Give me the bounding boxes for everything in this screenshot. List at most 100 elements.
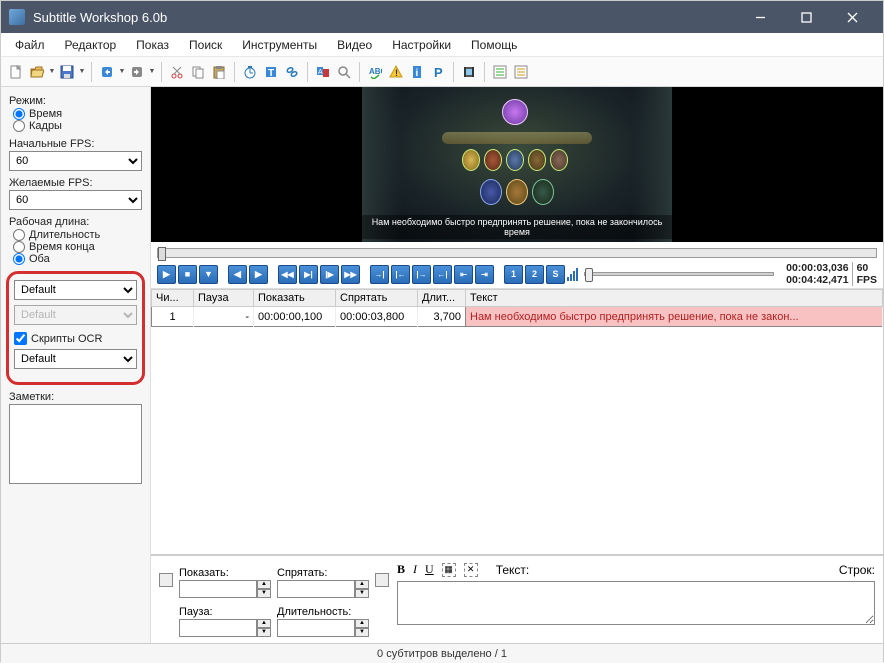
default-select-1[interactable]: Default bbox=[14, 280, 137, 300]
ocr-highlight-box: Default Default Скрипты OCR Default bbox=[6, 271, 145, 385]
text-label: Текст: bbox=[496, 563, 530, 577]
close-button[interactable] bbox=[829, 1, 875, 33]
mark-end-button[interactable]: |← bbox=[391, 265, 410, 284]
redo-icon[interactable] bbox=[128, 63, 146, 81]
video-preview[interactable]: Нам необходимо быстро предпринять решени… bbox=[151, 87, 883, 242]
rewind-button[interactable]: ◀◀ bbox=[278, 265, 297, 284]
show-spinner[interactable]: ▲▼ bbox=[257, 580, 271, 598]
info-icon[interactable]: i bbox=[408, 63, 426, 81]
maximize-button[interactable] bbox=[783, 1, 829, 33]
play-button[interactable]: ▶ bbox=[157, 265, 176, 284]
menu-tools[interactable]: Инструменты bbox=[232, 38, 327, 52]
cut-icon[interactable] bbox=[168, 63, 186, 81]
pause-input[interactable] bbox=[179, 619, 257, 637]
paste-icon[interactable] bbox=[210, 63, 228, 81]
spellcheck-icon[interactable]: ABC bbox=[366, 63, 384, 81]
jump-end-button[interactable]: ←| bbox=[433, 265, 452, 284]
bold-button[interactable]: B bbox=[397, 562, 405, 577]
marker-1-button[interactable]: 1 bbox=[504, 265, 523, 284]
mode-frames-radio[interactable] bbox=[13, 120, 25, 132]
video-seekbar[interactable] bbox=[157, 248, 877, 258]
hide-input[interactable] bbox=[277, 580, 355, 598]
list-check-icon[interactable] bbox=[491, 63, 509, 81]
translate-icon[interactable]: A bbox=[314, 63, 332, 81]
open-dropdown-icon[interactable]: ▼ bbox=[49, 63, 55, 81]
redo-dropdown-icon[interactable]: ▼ bbox=[149, 63, 155, 81]
dur-label: Длительность: bbox=[277, 606, 369, 618]
subtitle-text-input[interactable] bbox=[397, 581, 875, 625]
col-dur[interactable]: Длит... bbox=[418, 290, 466, 307]
pause-spinner[interactable]: ▲▼ bbox=[257, 619, 271, 637]
film-icon[interactable] bbox=[460, 63, 478, 81]
menu-file[interactable]: Файл bbox=[5, 38, 55, 52]
underline-button[interactable]: U bbox=[425, 562, 434, 577]
next-button[interactable]: ▶ bbox=[249, 265, 268, 284]
col-hide[interactable]: Спрятать bbox=[336, 290, 418, 307]
prev-sub-button[interactable] bbox=[159, 573, 173, 587]
step-fwd-button[interactable]: |▶ bbox=[320, 265, 339, 284]
menu-help[interactable]: Помощь bbox=[461, 38, 527, 52]
volume-icon[interactable] bbox=[567, 267, 578, 281]
toolbar: ▼ ▼ ▼ ▼ T A ABC ! i P bbox=[1, 57, 883, 87]
ocr-scripts-checkbox[interactable] bbox=[14, 332, 27, 345]
menu-video[interactable]: Видео bbox=[327, 38, 382, 52]
default-select-3[interactable]: Default bbox=[14, 349, 137, 369]
table-row[interactable]: 1 - 00:00:00,100 00:00:03,800 3,700 Нам … bbox=[152, 307, 883, 327]
wl-both-radio[interactable] bbox=[13, 253, 25, 265]
col-show[interactable]: Показать bbox=[254, 290, 336, 307]
step-back-button[interactable]: ▶| bbox=[299, 265, 318, 284]
jump-start-button[interactable]: |→ bbox=[412, 265, 431, 284]
volume-thumb[interactable] bbox=[585, 268, 593, 282]
hide-spinner[interactable]: ▲▼ bbox=[355, 580, 369, 598]
undo-icon[interactable] bbox=[98, 63, 116, 81]
subtitle-table[interactable]: Чи... Пауза Показать Спрятать Длит... Те… bbox=[151, 289, 883, 555]
pascal-icon[interactable]: P bbox=[429, 63, 447, 81]
forward-button[interactable]: ▶▶ bbox=[341, 265, 360, 284]
marker-2-button[interactable]: 2 bbox=[525, 265, 544, 284]
open-file-icon[interactable] bbox=[28, 63, 46, 81]
col-text[interactable]: Текст bbox=[466, 290, 883, 307]
menu-view[interactable]: Показ bbox=[126, 38, 179, 52]
warning-icon[interactable]: ! bbox=[387, 63, 405, 81]
list-edit-icon[interactable] bbox=[512, 63, 530, 81]
show-input[interactable] bbox=[179, 580, 257, 598]
clear-format-button[interactable]: ✕ bbox=[464, 563, 478, 577]
save-dropdown-icon[interactable]: ▼ bbox=[79, 63, 85, 81]
save-icon[interactable] bbox=[58, 63, 76, 81]
dur-spinner[interactable]: ▲▼ bbox=[355, 619, 369, 637]
search-icon[interactable] bbox=[335, 63, 353, 81]
minimize-button[interactable] bbox=[737, 1, 783, 33]
volume-slider[interactable] bbox=[584, 272, 774, 276]
menu-settings[interactable]: Настройки bbox=[382, 38, 461, 52]
wl-endtime-radio[interactable] bbox=[13, 241, 25, 253]
link-icon[interactable] bbox=[283, 63, 301, 81]
app-icon bbox=[9, 9, 25, 25]
copy-icon[interactable] bbox=[189, 63, 207, 81]
notes-textarea[interactable] bbox=[9, 404, 142, 484]
mode-time-radio[interactable] bbox=[13, 108, 25, 120]
prev-button[interactable]: ◀ bbox=[228, 265, 247, 284]
col-pause[interactable]: Пауза bbox=[194, 290, 254, 307]
dur-input[interactable] bbox=[277, 619, 355, 637]
seekbar-thumb[interactable] bbox=[158, 247, 166, 261]
sync-button[interactable]: S bbox=[546, 265, 565, 284]
col-num[interactable]: Чи... bbox=[152, 290, 194, 307]
new-file-icon[interactable] bbox=[7, 63, 25, 81]
want-fps-select[interactable]: 60 bbox=[9, 190, 142, 210]
italic-button[interactable]: I bbox=[413, 562, 417, 577]
shift-left-button[interactable]: ⇤ bbox=[454, 265, 473, 284]
start-fps-select[interactable]: 60 bbox=[9, 151, 142, 171]
menu-search[interactable]: Поиск bbox=[179, 38, 232, 52]
wl-duration-radio[interactable] bbox=[13, 229, 25, 241]
next-sub-button[interactable] bbox=[375, 573, 389, 587]
undo-dropdown-icon[interactable]: ▼ bbox=[119, 63, 125, 81]
text-tool-icon[interactable]: T bbox=[262, 63, 280, 81]
mark-start-button[interactable]: →| bbox=[370, 265, 389, 284]
color-button[interactable]: ▦ bbox=[442, 563, 456, 577]
timer-icon[interactable] bbox=[241, 63, 259, 81]
menubar: Файл Редактор Показ Поиск Инструменты Ви… bbox=[1, 33, 883, 57]
stop-button[interactable]: ■ bbox=[178, 265, 197, 284]
shift-right-button[interactable]: ⇥ bbox=[475, 265, 494, 284]
down-button[interactable]: ▼ bbox=[199, 265, 218, 284]
menu-editor[interactable]: Редактор bbox=[55, 38, 127, 52]
